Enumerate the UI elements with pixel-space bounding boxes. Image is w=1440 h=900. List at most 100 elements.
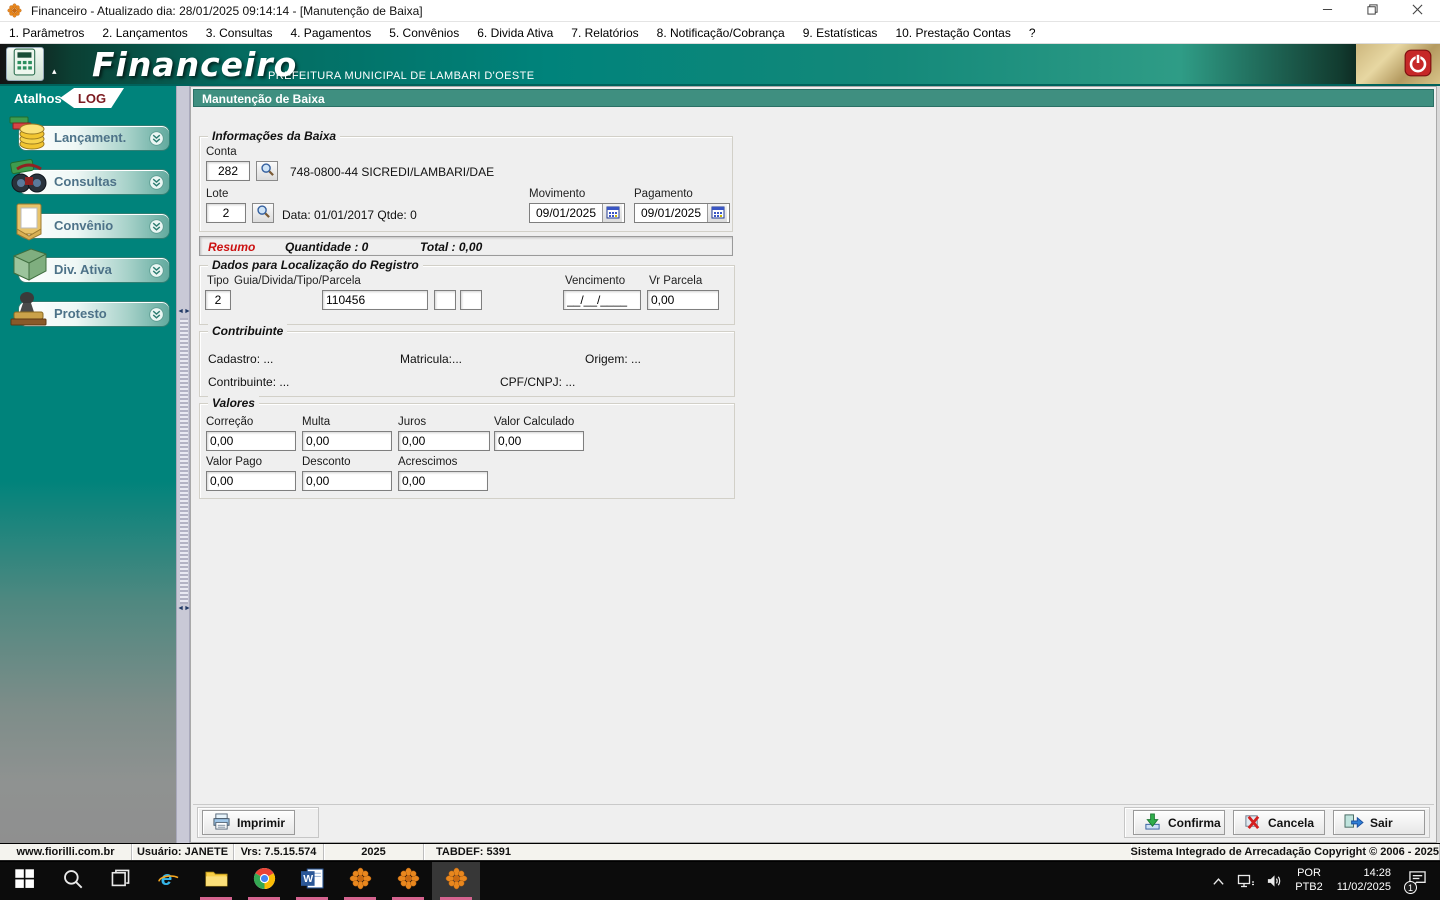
taskbar-app[interactable] <box>0 862 48 900</box>
search-lookup-icon <box>260 162 275 180</box>
valor-field: Valor Calculado <box>494 416 590 451</box>
menu-item[interactable]: 3. Consultas <box>197 22 282 43</box>
valor-input[interactable] <box>398 431 490 451</box>
sidebar-splitter[interactable]: ◄► ◄► <box>176 86 190 843</box>
valor-input[interactable] <box>206 431 296 451</box>
chevron-down-icon[interactable] <box>149 175 164 190</box>
sidebar-item[interactable]: Div. Ativa <box>0 245 176 289</box>
confirma-button[interactable]: Confirma <box>1133 810 1225 835</box>
menu-item[interactable]: ? <box>1020 22 1045 43</box>
valor-input[interactable] <box>302 471 392 491</box>
menu-item[interactable]: 4. Pagamentos <box>281 22 380 43</box>
sidebar-tab-log[interactable]: LOG <box>60 88 124 108</box>
valor-field: Correção <box>206 416 302 451</box>
chevron-down-icon[interactable] <box>149 219 164 234</box>
clock[interactable]: 14:28 11/02/2025 <box>1332 867 1396 895</box>
speaker-icon[interactable] <box>1262 862 1286 900</box>
guia-input[interactable] <box>322 290 428 310</box>
taskbar-app[interactable]: W <box>288 862 336 900</box>
taskbar-app[interactable] <box>192 862 240 900</box>
taskbar-app[interactable]: e <box>144 862 192 900</box>
fieldset-localizacao: Dados para Localização do Registro Tipo … <box>199 265 735 325</box>
close-button[interactable] <box>1395 0 1440 21</box>
menu-item[interactable]: 2. Lançamentos <box>93 22 196 43</box>
action-center-button[interactable]: 1 <box>1400 862 1434 900</box>
valor-label: Acrescimos <box>398 456 494 468</box>
cancela-button[interactable]: Cancela <box>1233 810 1325 835</box>
valor-input[interactable] <box>398 471 488 491</box>
taskbar-app[interactable] <box>240 862 288 900</box>
vr-parcela-input[interactable] <box>647 290 719 310</box>
calendar-icon <box>606 205 620 222</box>
menu-item[interactable]: 1. Parâmetros <box>0 22 93 43</box>
internet-explorer-icon: e <box>157 867 180 895</box>
vencimento-input[interactable] <box>563 290 641 310</box>
chevron-up-icon[interactable] <box>1206 862 1230 900</box>
app-logo: Financeiro <box>92 45 297 84</box>
sidebar-tab-atalhos[interactable]: Atalhos <box>14 91 62 106</box>
resumo-quantidade: Quantidade : 0 <box>285 240 368 254</box>
taskbar-app[interactable] <box>336 862 384 900</box>
printer-icon <box>212 813 231 833</box>
movimento-input[interactable] <box>530 204 602 222</box>
imprimir-button[interactable]: Imprimir <box>202 810 295 835</box>
chevron-down-icon[interactable] <box>149 131 164 146</box>
movimento-calendar-button[interactable] <box>602 204 622 222</box>
dropdown-arrow-icon[interactable]: ▴ <box>52 66 57 77</box>
pagamento-input[interactable] <box>635 204 707 222</box>
lote-input[interactable] <box>206 203 246 223</box>
valor-field: Valor Pago <box>206 456 302 491</box>
sidebar-item[interactable]: Protesto <box>0 289 176 333</box>
taskbar-app[interactable] <box>432 862 480 900</box>
menu-item[interactable]: 5. Convênios <box>380 22 468 43</box>
chevron-down-icon[interactable] <box>149 263 164 278</box>
guia-extra2-input[interactable] <box>460 290 482 310</box>
notification-badge: 1 <box>1404 881 1417 894</box>
pagamento-calendar-button[interactable] <box>707 204 727 222</box>
taskbar-app[interactable] <box>384 862 432 900</box>
resumo-total: Total : 0,00 <box>420 240 482 254</box>
valor-input[interactable] <box>206 471 296 491</box>
conta-label: Conta <box>206 146 237 158</box>
valor-input[interactable] <box>494 431 584 451</box>
valor-input[interactable] <box>302 431 392 451</box>
minimize-button[interactable] <box>1305 0 1350 21</box>
sidebar-item-label: Convênio <box>54 218 113 233</box>
conta-search-button[interactable] <box>256 161 278 181</box>
guia-extra1-input[interactable] <box>434 290 456 310</box>
menu-item[interactable]: 8. Notificação/Cobrança <box>648 22 794 43</box>
tipo-input[interactable] <box>205 290 231 310</box>
sidebar-item[interactable]: Lançament. <box>0 113 176 157</box>
lote-search-button[interactable] <box>252 203 274 223</box>
status-segment: 2025 <box>324 844 424 860</box>
sair-button[interactable]: Sair <box>1333 810 1425 835</box>
calculator-button[interactable] <box>6 47 44 81</box>
splitter-arrows-bottom-icon[interactable]: ◄► <box>177 605 191 612</box>
app-flower-icon <box>7 3 23 19</box>
sidebar-item[interactable]: Convênio <box>0 201 176 245</box>
status-bar: www.fiorilli.com.brUsuário: JANETEVrs: 7… <box>0 844 1440 861</box>
network-icon[interactable] <box>1234 862 1258 900</box>
taskbar-app[interactable] <box>96 862 144 900</box>
sidebar: Atalhos LOG Lançament. Consultas <box>0 86 176 843</box>
menu-item[interactable]: 9. Estatísticas <box>794 22 887 43</box>
status-segment: Sistema Integrado de Arrecadação Copyrig… <box>1131 844 1440 860</box>
status-segment: TABDEF: 5391 <box>424 844 1131 860</box>
search-icon <box>61 867 84 895</box>
cadastro-value: Cadastro: ... <box>208 352 273 366</box>
taskbar-app[interactable] <box>48 862 96 900</box>
menu-item[interactable]: 6. Divida Ativa <box>468 22 562 43</box>
chevron-down-icon[interactable] <box>149 307 164 322</box>
power-button[interactable] <box>1404 49 1432 77</box>
coins-books-icon <box>7 113 51 153</box>
language-indicator[interactable]: POR PTB2 <box>1290 867 1328 895</box>
file-explorer-icon <box>205 867 228 895</box>
restore-button[interactable] <box>1350 0 1395 21</box>
menu-bar: 1. Parâmetros2. Lançamentos3. Consultas4… <box>0 22 1440 44</box>
splitter-arrows-top-icon[interactable]: ◄► <box>177 308 191 315</box>
conta-input[interactable] <box>206 161 250 181</box>
menu-item[interactable]: 10. Prestação Contas <box>886 22 1019 43</box>
sidebar-item[interactable]: Consultas <box>0 157 176 201</box>
minimize-icon <box>1322 2 1333 20</box>
menu-item[interactable]: 7. Relatórios <box>562 22 647 43</box>
